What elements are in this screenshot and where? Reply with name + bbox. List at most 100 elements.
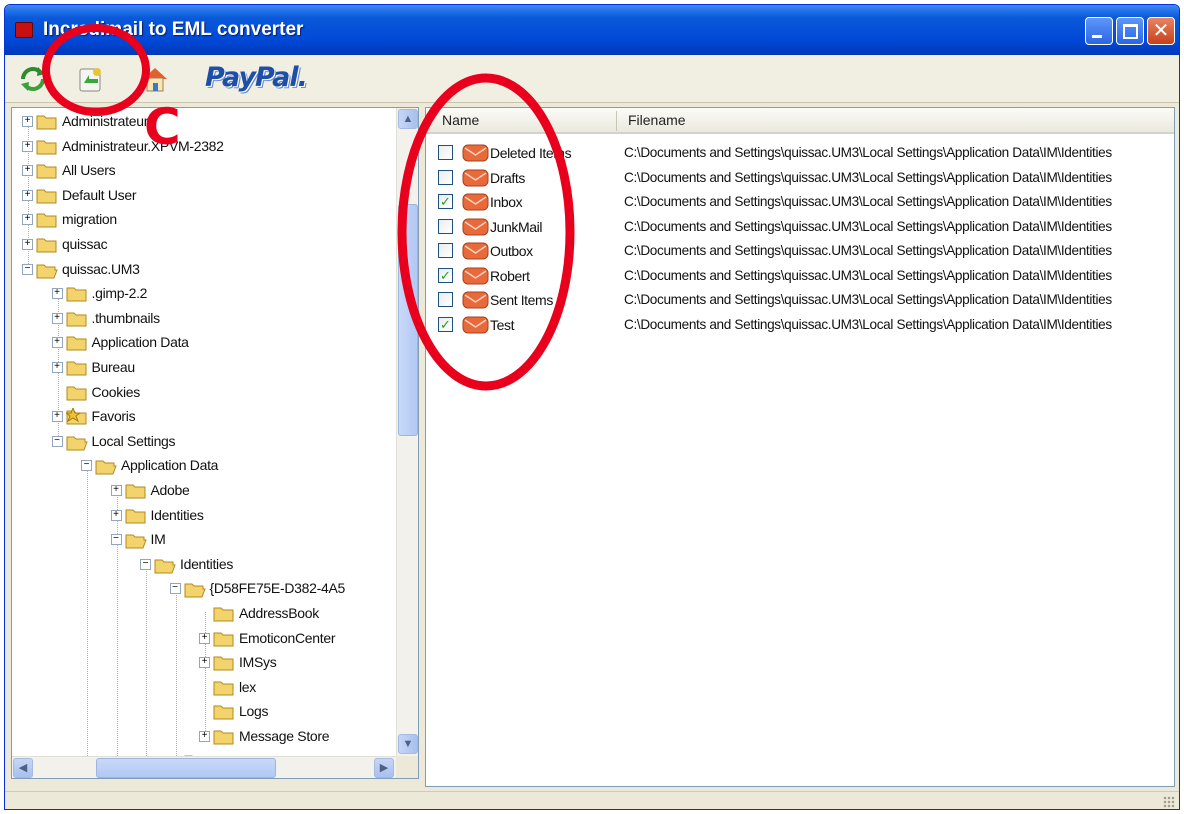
folder-icon: [125, 482, 147, 500]
folder-icon: [36, 236, 58, 254]
folder-icon: [66, 285, 88, 303]
tree-item-label: Administrateur.XPVM-2382: [62, 137, 224, 154]
tree-item-label: Default User: [62, 186, 137, 203]
list-row[interactable]: Deleted Items C:\Documents and Settings\q…: [426, 141, 1176, 165]
tree-item-label: Adobe: [150, 482, 190, 498]
expand-icon[interactable]: +: [22, 140, 33, 152]
list-row[interactable]: Drafts C:\Documents and Settings\quissac.…: [426, 166, 1176, 190]
tree-item-label: Local Settings: [91, 432, 176, 449]
tree-item-label: Bureau: [91, 359, 136, 375]
collapse-icon[interactable]: −: [110, 534, 122, 546]
folder-icon: [213, 630, 235, 648]
expand-icon[interactable]: +: [110, 485, 122, 496]
tree-guide-line: [205, 612, 206, 735]
list-row[interactable]: Sent Items C:\Documents and Settings\quis…: [426, 288, 1176, 312]
tree-horizontal-scrollbar[interactable]: ◀ ▶: [12, 756, 396, 778]
home-button[interactable]: [139, 63, 171, 95]
mailbox-checkbox[interactable]: [438, 218, 453, 234]
collapse-icon[interactable]: −: [140, 558, 151, 570]
expand-icon[interactable]: +: [110, 509, 122, 521]
tree-item-label: quissac: [62, 236, 108, 252]
expand-icon[interactable]: +: [199, 657, 210, 669]
list-row[interactable]: ✓ Test C:\Documents and Settings\quissac.U…: [426, 313, 1176, 337]
tree-guide-line: [175, 587, 177, 756]
window-title: Incredimail to EML converter: [43, 19, 304, 40]
collapse-icon[interactable]: −: [81, 460, 92, 472]
mailbox-checkbox[interactable]: ✓: [438, 316, 453, 332]
tree-item-label: migration: [62, 211, 117, 228]
list-row[interactable]: ✓ Robert C:\Documents and Settings\quissac…: [426, 264, 1176, 288]
mailbox-checkbox[interactable]: [438, 169, 453, 185]
scroll-right-button[interactable]: ▶: [374, 758, 394, 778]
tree-item-label: Logs: [239, 703, 269, 720]
title-bar[interactable]: Incredimail to EML converter ✕: [5, 5, 1179, 55]
collapse-icon[interactable]: −: [22, 263, 33, 275]
expand-icon[interactable]: +: [22, 239, 33, 250]
column-separator[interactable]: [616, 111, 617, 131]
app-icon: [15, 22, 33, 38]
folder-icon: [66, 334, 88, 352]
mailbox-checkbox[interactable]: [438, 145, 453, 160]
list-row[interactable]: JunkMail C:\Documents and Settings\quissa…: [426, 215, 1176, 239]
tree-vertical-scrollbar[interactable]: ▲ ▼: [396, 108, 418, 756]
expand-icon[interactable]: +: [22, 165, 33, 177]
paypal-donate-button[interactable]: PayPal.: [205, 62, 308, 96]
expand-icon[interactable]: +: [51, 288, 63, 300]
resize-grip-icon[interactable]: [1163, 796, 1175, 808]
open-folder-icon: [95, 457, 117, 475]
scroll-down-button[interactable]: ▼: [398, 734, 418, 754]
mailbox-filename: C:\Documents and Settings\quissac.UM3\Lo…: [624, 267, 1112, 283]
tree-guide-line: [146, 562, 147, 756]
tree-guide-line: [87, 464, 88, 756]
tree-item-label: quissac.UM3: [62, 260, 140, 277]
list-row[interactable]: Outbox C:\Documents and Settings\quissac.…: [426, 239, 1176, 263]
mailbox-checkbox[interactable]: ✓: [438, 194, 453, 209]
folder-icon: [66, 310, 88, 328]
list-row[interactable]: ✓ Inbox C:\Documents and Settings\quissac.…: [426, 190, 1176, 214]
column-header-filename[interactable]: Filename: [628, 112, 686, 128]
tree-vertical-scroll-thumb[interactable]: [398, 204, 418, 436]
folder-icon: [36, 187, 58, 205]
mailbox-checkbox[interactable]: [438, 292, 453, 307]
status-bar: [5, 791, 1179, 809]
collapse-icon[interactable]: −: [51, 435, 63, 447]
mailbox-filename: C:\Documents and Settings\quissac.UM3\Lo…: [624, 169, 1112, 185]
favorites-folder-icon: [64, 406, 88, 426]
open-folder-icon: [154, 556, 176, 574]
tree-item-label: Administrateur: [62, 113, 149, 129]
tree-item-label: Cookies: [91, 383, 141, 400]
home-icon: [143, 68, 167, 92]
expand-icon[interactable]: +: [22, 189, 33, 201]
mailbox-icon: [462, 218, 489, 236]
expand-icon[interactable]: +: [22, 116, 33, 127]
expand-icon[interactable]: +: [199, 731, 210, 742]
mailbox-filename: C:\Documents and Settings\quissac.UM3\Lo…: [624, 316, 1112, 332]
expand-icon[interactable]: +: [51, 362, 63, 373]
close-button[interactable]: ✕: [1147, 17, 1175, 45]
expand-icon[interactable]: +: [199, 632, 210, 644]
refresh-icon: [21, 67, 45, 91]
minimize-button[interactable]: [1085, 17, 1113, 45]
tree-item-label: Identities: [150, 506, 204, 523]
tree-horizontal-scroll-thumb[interactable]: [96, 758, 276, 778]
convert-button[interactable]: [75, 63, 107, 95]
expand-icon[interactable]: +: [51, 411, 63, 423]
mailbox-checkbox[interactable]: ✓: [438, 267, 453, 283]
collapse-icon[interactable]: −: [169, 583, 181, 595]
list-header: Name Filename: [426, 108, 1174, 134]
folder-icon: [36, 211, 58, 229]
folder-tree[interactable]: + Administrateur + Administrateur.XPVM-2382…: [11, 107, 419, 779]
column-header-name[interactable]: Name: [442, 112, 479, 128]
expand-icon[interactable]: +: [51, 312, 63, 324]
expand-icon[interactable]: +: [51, 337, 63, 349]
mailbox-name: JunkMail: [490, 218, 543, 235]
expand-icon[interactable]: +: [22, 214, 33, 226]
refresh-button[interactable]: [17, 63, 49, 95]
scroll-up-button[interactable]: ▲: [398, 109, 418, 129]
maximize-button[interactable]: [1116, 17, 1144, 45]
tree-item-label: AddressBook: [239, 605, 319, 621]
app-window: Incredimail to EML converter ✕ PayPal. +…: [4, 4, 1180, 810]
scroll-left-button[interactable]: ◀: [13, 758, 33, 778]
mailbox-list[interactable]: Name Filename Deleted Items C:\Documents …: [425, 107, 1175, 787]
mailbox-checkbox[interactable]: [438, 243, 453, 258]
